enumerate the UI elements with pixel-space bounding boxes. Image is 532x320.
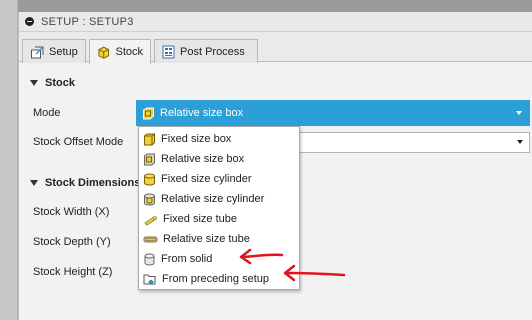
fixed-tube-icon <box>144 215 157 226</box>
mode-select[interactable]: Relative size box <box>136 100 530 126</box>
post-process-icon <box>162 45 175 58</box>
dropdown-option-fixed-size-tube[interactable]: Fixed size tube <box>139 209 299 229</box>
dropdown-option-fixed-size-box[interactable]: Fixed size box <box>139 129 299 149</box>
stock-height-label: Stock Height (Z) <box>33 266 113 278</box>
panel-title: SETUP : SETUP3 <box>41 15 134 28</box>
panel-titlebar: SETUP : SETUP3 <box>19 12 532 32</box>
fixed-cylinder-icon <box>144 173 155 185</box>
dropdown-option-relative-size-box[interactable]: Relative size box <box>139 149 299 169</box>
relative-cylinder-icon <box>144 193 155 205</box>
stock-offset-mode-label: Stock Offset Mode <box>33 136 124 148</box>
stock-width-label: Stock Width (X) <box>33 206 110 218</box>
dropdown-option-label: Relative size box <box>161 153 245 165</box>
chevron-down-icon <box>516 111 522 115</box>
relative-box-icon <box>144 153 155 165</box>
tab-stock-label: Stock <box>115 46 143 58</box>
mode-select-value: Relative size box <box>160 107 244 119</box>
collapse-panel-icon[interactable] <box>25 17 34 26</box>
left-side-strip <box>0 0 18 320</box>
setup-icon <box>31 46 44 58</box>
preceding-setup-icon <box>143 274 156 284</box>
solid-icon <box>144 253 155 265</box>
relative-box-icon <box>143 107 154 119</box>
tab-post-process[interactable]: Post Process <box>154 39 258 63</box>
chevron-down-icon <box>517 140 523 144</box>
relative-tube-icon <box>143 236 158 242</box>
stock-dimensions-section-header[interactable]: Stock Dimensions <box>30 177 140 189</box>
collapse-triangle-icon <box>30 180 38 186</box>
tab-stock[interactable]: Stock <box>89 39 151 64</box>
stock-section-title: Stock <box>45 77 75 89</box>
dropdown-option-label: From preceding setup <box>162 273 269 285</box>
stock-cube-icon <box>98 46 110 59</box>
dropdown-option-label: Fixed size cylinder <box>161 173 252 185</box>
dropdown-option-label: Fixed size box <box>161 133 232 145</box>
dropdown-option-label: Relative size cylinder <box>161 193 265 205</box>
dropdown-option-label: From solid <box>161 253 213 265</box>
dropdown-option-relative-size-cylinder[interactable]: Relative size cylinder <box>139 189 299 209</box>
dropdown-option-label: Relative size tube <box>163 233 250 245</box>
fixed-box-icon <box>144 133 155 145</box>
stock-dimensions-title: Stock Dimensions <box>45 177 141 189</box>
stock-section-header[interactable]: Stock <box>30 77 75 89</box>
tab-setup-label: Setup <box>49 45 78 58</box>
stock-depth-label: Stock Depth (Y) <box>33 236 111 248</box>
dropdown-option-label: Fixed size tube <box>163 213 237 225</box>
stock-offset-mode-select[interactable] <box>299 132 530 153</box>
tab-setup[interactable]: Setup <box>22 39 86 63</box>
red-annotation-arrow-icon <box>239 248 284 265</box>
dropdown-option-from-preceding-setup[interactable]: From preceding setup <box>139 269 299 289</box>
dropdown-option-fixed-size-cylinder[interactable]: Fixed size cylinder <box>139 169 299 189</box>
mode-label: Mode <box>33 107 61 119</box>
tab-post-process-label: Post Process <box>180 45 245 58</box>
collapse-triangle-icon <box>30 80 38 86</box>
red-annotation-arrow-icon <box>283 264 346 282</box>
tab-bar: Setup Stock Post Process <box>19 32 532 64</box>
